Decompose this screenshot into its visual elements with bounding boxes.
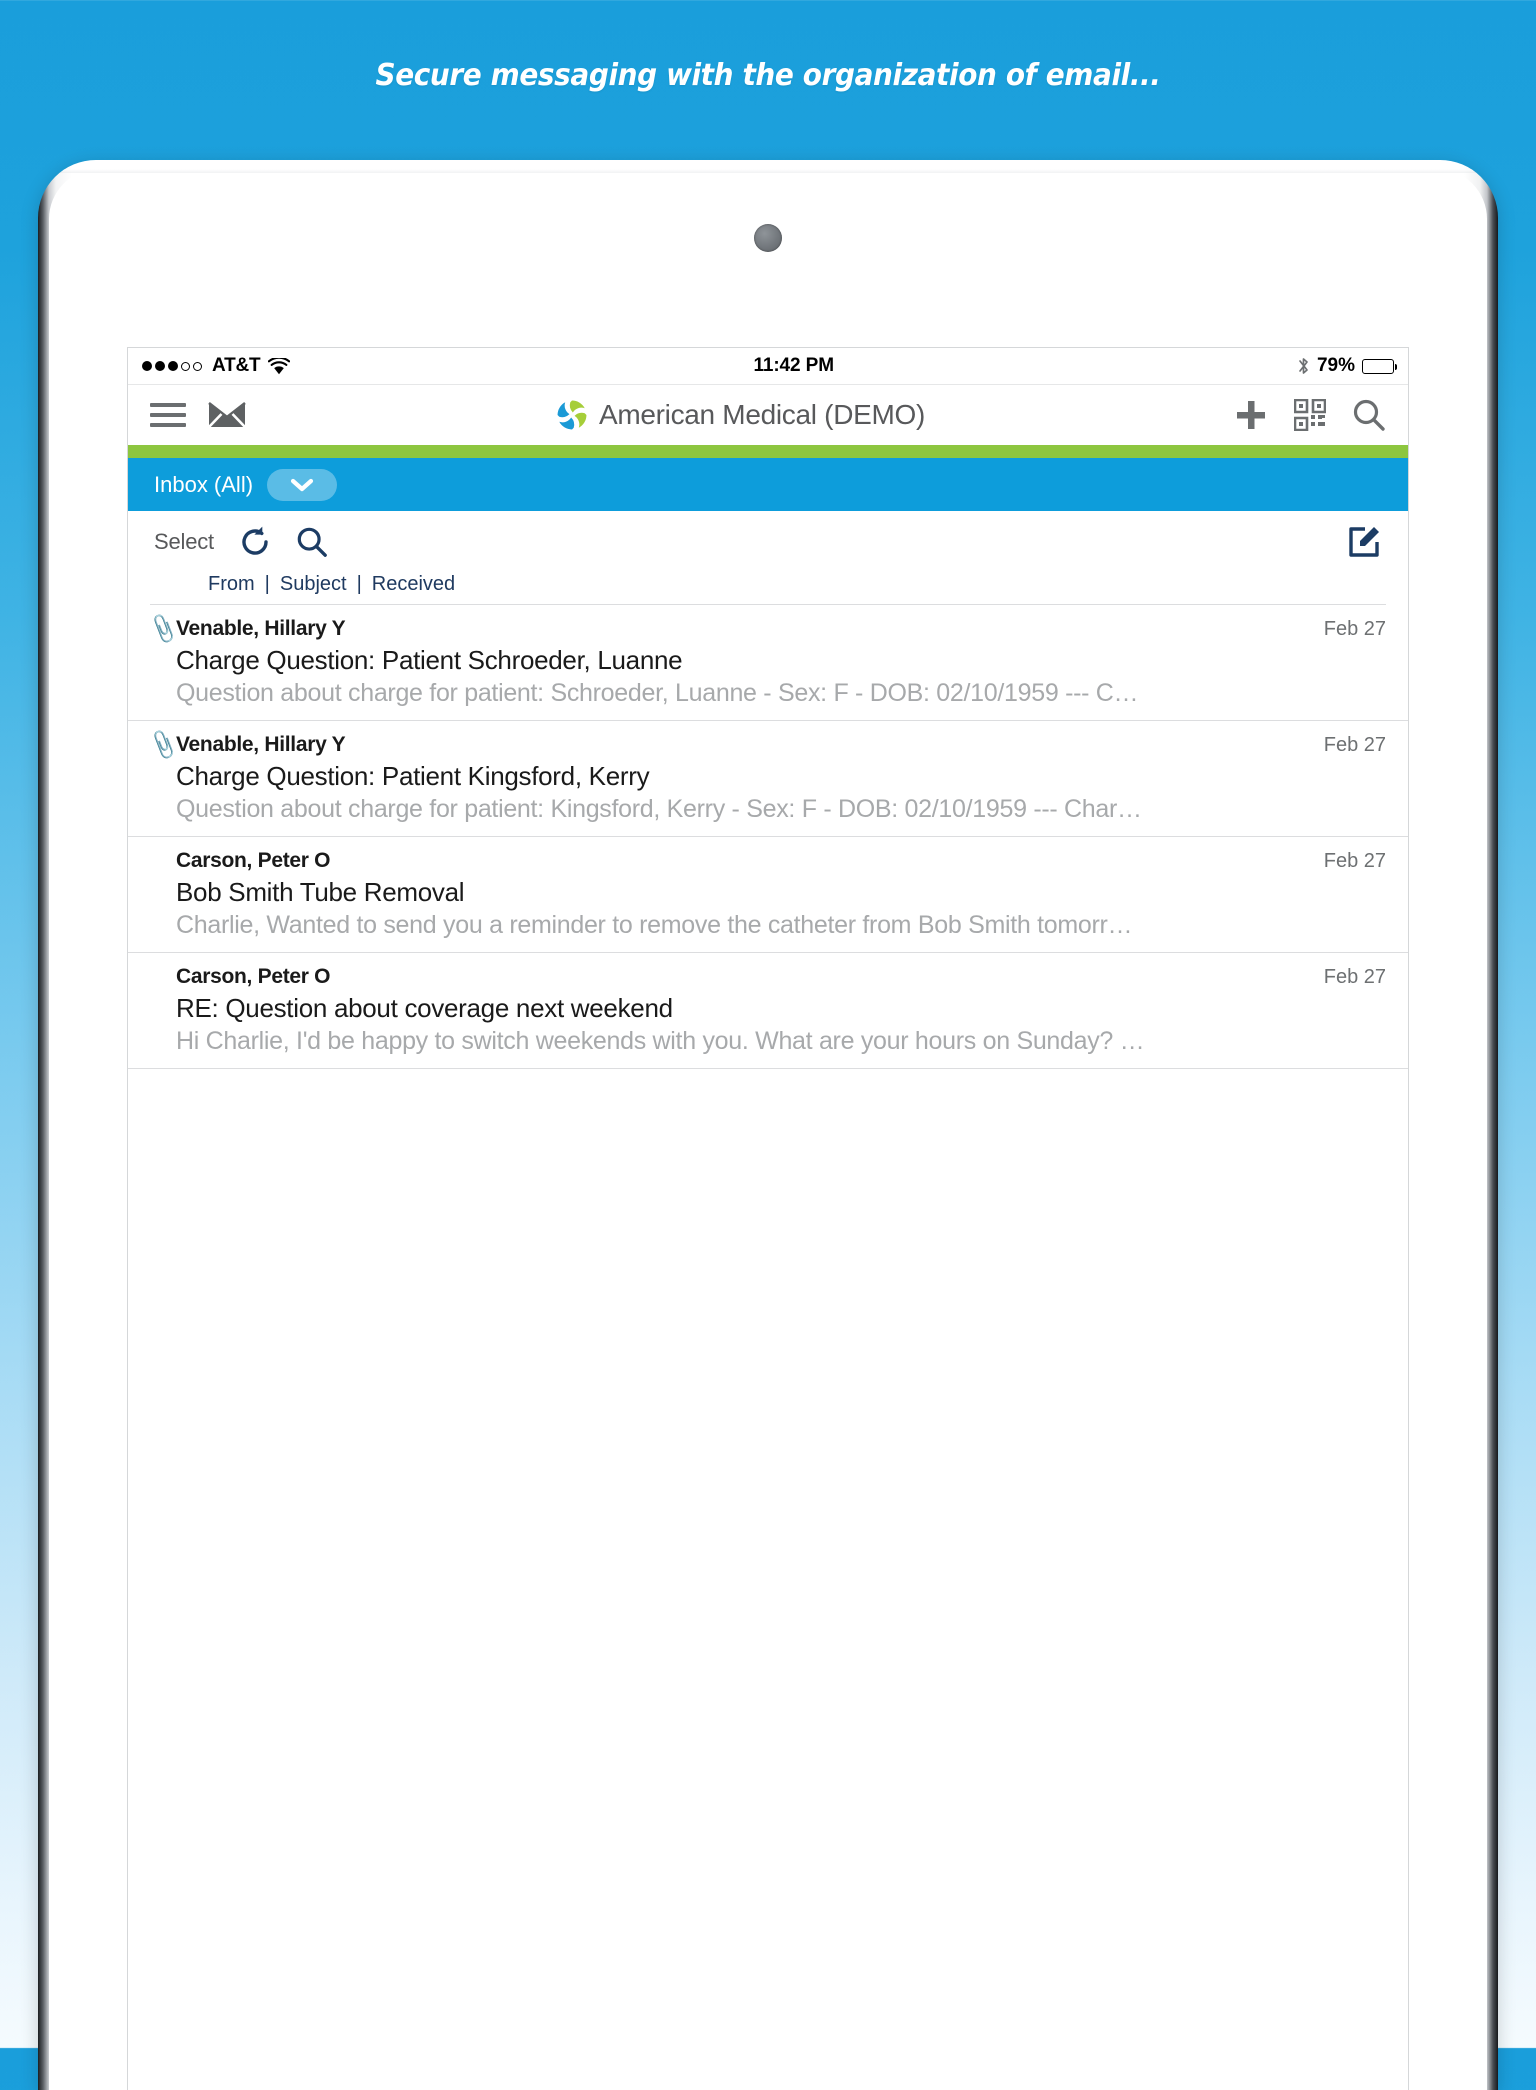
list-search-icon[interactable]: [296, 526, 328, 558]
tablet-bezel: AT&T 11:42 PM 79% American Medical (DEMO…: [49, 169, 1487, 2090]
envelope-icon[interactable]: [208, 401, 246, 429]
app-header-right: [1234, 398, 1386, 432]
app-title-group: American Medical (DEMO): [246, 398, 1234, 432]
message-meta-row: 📎 Venable, Hillary Y Feb 27: [146, 612, 1386, 646]
column-header-subject[interactable]: Subject: [270, 573, 357, 596]
message-list-item[interactable]: 📎 Venable, Hillary Y Feb 27 Charge Quest…: [128, 605, 1408, 721]
message-date: Feb 27: [1323, 617, 1386, 640]
message-preview: Question about charge for patient: Kings…: [176, 795, 1142, 823]
message-meta-row: Carson, Peter O Feb 27: [150, 965, 1386, 989]
list-toolbar-left: Select: [154, 525, 328, 559]
message-list: 📎 Venable, Hillary Y Feb 27 Charge Quest…: [128, 605, 1408, 1069]
attachment-placeholder: [151, 973, 175, 982]
message-subject: RE: Question about coverage next weekend: [176, 993, 673, 1023]
plus-icon[interactable]: [1234, 398, 1268, 432]
front-camera-icon: [754, 224, 782, 252]
attachment-icon: 📎: [146, 728, 181, 762]
pinwheel-logo-icon: [555, 398, 589, 432]
app-header: American Medical (DEMO): [128, 385, 1408, 445]
folder-dropdown-button[interactable]: [267, 468, 338, 501]
column-headers: From | Subject | Received: [150, 573, 1386, 605]
attachment-icon: 📎: [146, 612, 181, 646]
clock-label: 11:42 PM: [753, 355, 834, 376]
battery-percent-label: 79%: [1316, 355, 1355, 376]
promo-headline: Secure messaging with the organization o…: [375, 58, 1161, 93]
device-screen: AT&T 11:42 PM 79% American Medical (DEMO…: [127, 347, 1409, 2090]
compose-icon[interactable]: [1348, 525, 1382, 559]
status-bar-right: 79%: [1297, 355, 1397, 377]
battery-icon: [1362, 358, 1397, 374]
message-subject: Charge Question: Patient Kingsford, Kerr…: [176, 761, 650, 791]
search-icon[interactable]: [1352, 398, 1386, 432]
message-preview: Charlie, Wanted to send you a reminder t…: [176, 911, 1133, 939]
message-sender: Venable, Hillary Y: [176, 733, 346, 756]
status-bar-left: AT&T: [142, 355, 291, 377]
message-meta-row: Carson, Peter O Feb 27: [150, 849, 1386, 873]
message-list-item[interactable]: 📎 Venable, Hillary Y Feb 27 Charge Quest…: [128, 721, 1408, 837]
attachment-placeholder: [151, 857, 175, 866]
tablet-top-highlight: [49, 169, 1487, 173]
qr-code-icon[interactable]: [1294, 399, 1326, 431]
message-date: Feb 27: [1323, 849, 1386, 872]
message-sender: Carson, Peter O: [176, 849, 331, 872]
message-meta-row: 📎 Venable, Hillary Y Feb 27: [146, 728, 1386, 762]
message-sender: Venable, Hillary Y: [176, 617, 346, 640]
message-preview: Question about charge for patient: Schro…: [176, 679, 1139, 707]
message-date: Feb 27: [1323, 965, 1386, 988]
folder-name-label: Inbox (All): [154, 471, 254, 497]
message-preview: Hi Charlie, I'd be happy to switch weeke…: [176, 1027, 1145, 1055]
message-sender: Carson, Peter O: [176, 965, 331, 988]
column-header-received[interactable]: Received: [362, 573, 465, 596]
list-toolbar: Select: [128, 511, 1408, 573]
message-list-item[interactable]: Carson, Peter O Feb 27 RE: Question abou…: [128, 953, 1408, 1069]
tablet-device-frame: AT&T 11:42 PM 79% American Medical (DEMO…: [38, 160, 1498, 2090]
page-title: American Medical (DEMO): [598, 399, 926, 430]
app-header-left: [150, 401, 246, 429]
refresh-icon[interactable]: [238, 525, 272, 559]
message-date: Feb 27: [1323, 733, 1386, 756]
carrier-label: AT&T: [212, 355, 261, 376]
column-header-from[interactable]: From: [198, 573, 265, 596]
signal-strength-icon: [142, 361, 202, 371]
chevron-down-icon: [290, 478, 314, 491]
message-list-item[interactable]: Carson, Peter O Feb 27 Bob Smith Tube Re…: [128, 837, 1408, 953]
folder-bar: Inbox (All): [128, 458, 1408, 511]
select-button[interactable]: Select: [154, 529, 214, 555]
message-subject: Charge Question: Patient Schroeder, Luan…: [176, 645, 683, 675]
status-bar: AT&T 11:42 PM 79%: [128, 348, 1408, 385]
message-subject: Bob Smith Tube Removal: [176, 877, 465, 907]
bluetooth-icon: [1297, 356, 1310, 376]
wifi-icon: [268, 357, 291, 375]
hamburger-menu-icon[interactable]: [150, 403, 186, 427]
accent-divider: [128, 445, 1408, 458]
